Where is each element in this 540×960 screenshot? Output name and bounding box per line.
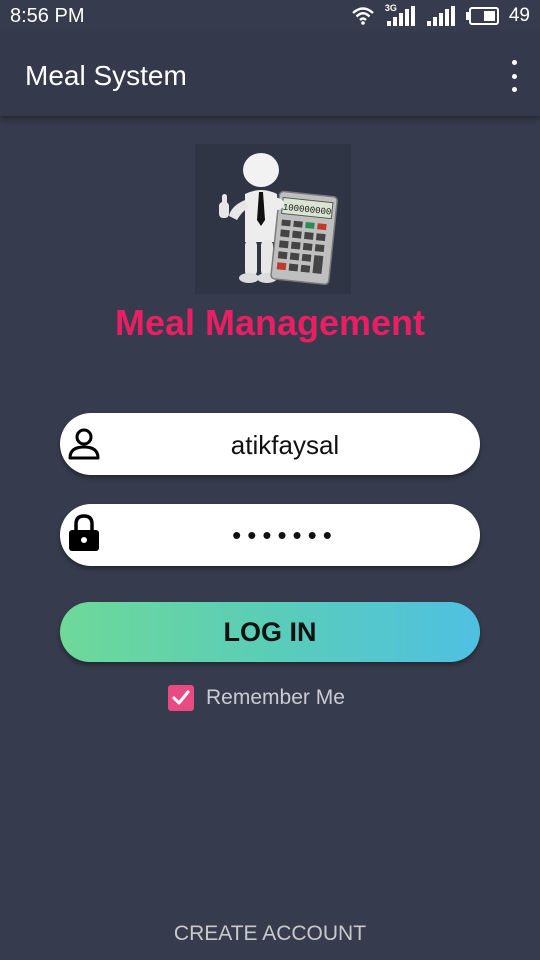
more-vert-icon[interactable] (506, 60, 522, 92)
status-icons: 3G 49 (351, 3, 530, 27)
calculator-man-illustration: 100000000 (219, 153, 338, 286)
wifi-icon (351, 6, 375, 26)
username-field[interactable] (60, 413, 480, 477)
app-logo: 100000000 (195, 144, 351, 294)
remember-me-row[interactable]: Remember Me (168, 684, 345, 712)
create-account-link[interactable]: CREATE ACCOUNT (0, 922, 540, 946)
checkmark-icon (172, 690, 190, 705)
app-title: Meal System (25, 60, 187, 91)
password-input[interactable]: ••••••• (110, 504, 460, 566)
login-button[interactable]: LOG IN (60, 602, 480, 662)
battery-level: 49 (508, 5, 530, 26)
signal-icon (425, 5, 455, 27)
brand-title: Meal Management (114, 302, 426, 343)
person-icon (66, 426, 102, 462)
battery-icon (465, 6, 499, 26)
app-bar: Meal System (0, 34, 540, 116)
status-time: 8:56 PM (10, 5, 85, 27)
status-bar: 8:56 PM 3G 49 (0, 0, 540, 34)
username-input[interactable] (110, 413, 460, 477)
remember-me-checkbox[interactable] (168, 685, 194, 711)
remember-me-label: Remember Me (206, 686, 345, 709)
lock-icon (66, 514, 102, 553)
signal-3g-icon: 3G (385, 3, 415, 27)
password-field[interactable]: ••••••• (60, 504, 480, 566)
